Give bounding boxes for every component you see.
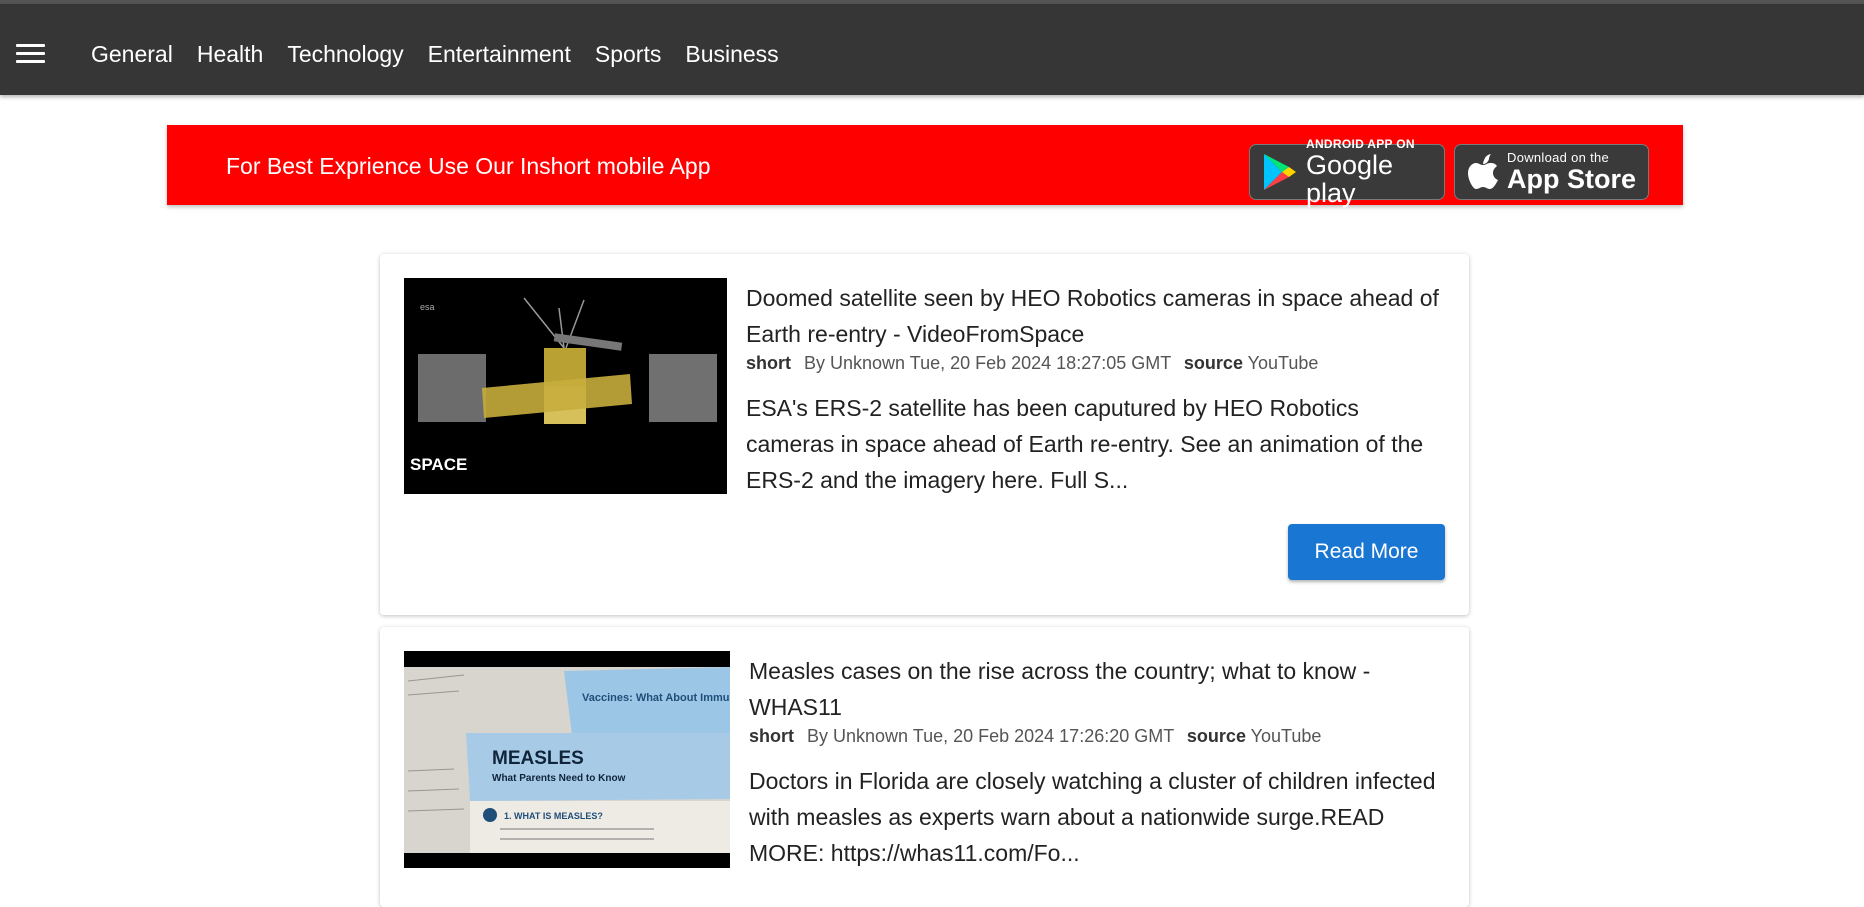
thumb-question: 1. WHAT IS MEASLES?	[504, 811, 603, 821]
source-label: source	[1183, 353, 1243, 373]
source-name: YouTube	[1250, 726, 1322, 746]
top-navbar: General Health Technology Entertainment …	[0, 4, 1864, 95]
news-card: Vaccines: What About Immunocompromised M…	[380, 627, 1469, 907]
short-label: short	[746, 353, 791, 373]
google-play-button[interactable]: ANDROID APP ON Google play	[1249, 137, 1445, 207]
article-thumbnail[interactable]: Vaccines: What About Immunocompromised M…	[404, 651, 730, 868]
esa-watermark: esa	[420, 302, 435, 312]
google-play-small-text: ANDROID APP ON	[1306, 137, 1415, 151]
author-date: By Unknown Tue, 20 Feb 2024 17:26:20 GMT	[807, 726, 1174, 746]
nav-link-sports[interactable]: Sports	[595, 40, 661, 68]
space-logo: SPACE	[410, 455, 467, 474]
article-meta: short By Unknown Tue, 20 Feb 2024 17:26:…	[749, 726, 1321, 747]
read-more-button[interactable]: Read More	[1288, 524, 1445, 580]
nav-link-general[interactable]: General	[91, 40, 173, 68]
nav-link-entertainment[interactable]: Entertainment	[428, 40, 571, 68]
nav-link-health[interactable]: Health	[197, 40, 263, 68]
article-title[interactable]: Doomed satellite seen by HEO Robotics ca…	[746, 280, 1446, 352]
app-store-button[interactable]: Download on the App Store	[1454, 144, 1649, 200]
hamburger-menu-icon[interactable]	[16, 44, 46, 66]
short-label: short	[749, 726, 794, 746]
apple-icon	[1467, 153, 1499, 191]
news-card: esa SPACE Doomed satellite seen by HEO R…	[380, 254, 1469, 615]
nav-link-business[interactable]: Business	[685, 40, 778, 68]
category-nav: General Health Technology Entertainment …	[91, 40, 803, 68]
article-meta: short By Unknown Tue, 20 Feb 2024 18:27:…	[746, 353, 1318, 374]
article-thumbnail[interactable]: esa SPACE	[404, 278, 727, 494]
banner-text: For Best Exprience Use Our Inshort mobil…	[226, 153, 711, 179]
article-title[interactable]: Measles cases on the rise across the cou…	[749, 653, 1449, 725]
app-store-big-text: App Store	[1507, 164, 1637, 194]
thumb-heading: MEASLES	[492, 748, 584, 769]
google-play-icon	[1262, 152, 1298, 192]
google-play-big-text: Google play	[1306, 150, 1394, 208]
app-store-text: Download on the App Store	[1507, 150, 1637, 194]
app-promo-banner: For Best Exprience Use Our Inshort mobil…	[167, 125, 1683, 207]
author-date: By Unknown Tue, 20 Feb 2024 18:27:05 GMT	[804, 353, 1171, 373]
thumb-tab-text: Vaccines: What About Immunocompromised	[582, 692, 730, 704]
source-name: YouTube	[1247, 353, 1319, 373]
source-label: source	[1186, 726, 1246, 746]
app-store-small-text: Download on the	[1507, 150, 1610, 165]
google-play-text: ANDROID APP ON Google play	[1306, 137, 1444, 207]
article-description: Doctors in Florida are closely watching …	[749, 768, 1436, 866]
thumb-subheading: What Parents Need to Know	[492, 773, 626, 784]
article-description: ESA's ERS-2 satellite has been caputured…	[746, 395, 1424, 493]
nav-link-technology[interactable]: Technology	[287, 40, 403, 68]
